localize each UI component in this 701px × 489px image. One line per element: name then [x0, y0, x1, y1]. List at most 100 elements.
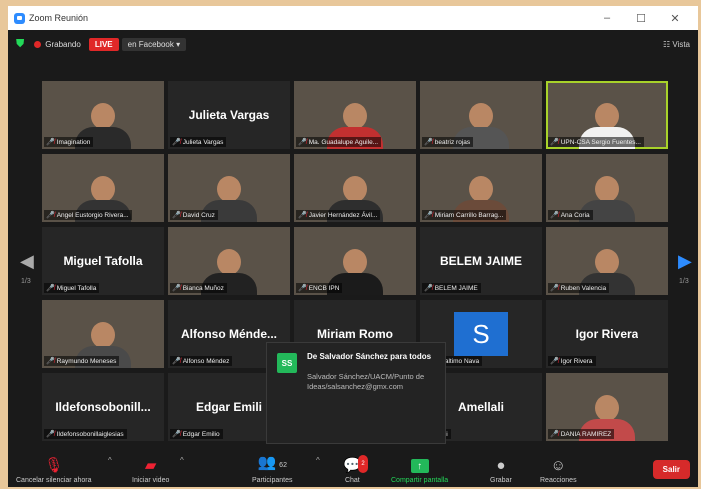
chat-sender: De Salvador Sánchez para todos [307, 352, 432, 361]
participant-name-tag: 🎤̸ DANIA RAMIREZ [548, 429, 615, 439]
participant-name-tag: 🎤̸ David Cruz [170, 210, 218, 220]
participants-caret-icon[interactable]: ^ [316, 456, 320, 465]
muted-mic-icon: 🎤̸ [172, 358, 181, 365]
prev-page-arrow-icon[interactable]: ◀ [20, 251, 34, 272]
close-button[interactable]: ✕ [658, 12, 692, 25]
participant-name-tag: 🎤̸ Bianca Muñoz [170, 283, 227, 293]
maximize-button[interactable]: ☐ [624, 12, 658, 25]
participant-name-label: Ruben Valencia [560, 284, 607, 292]
start-video-button[interactable]: ▰ Iniciar video [132, 457, 169, 484]
participant-name-tag: 🎤̸ ENCB IPN [296, 283, 343, 293]
window-title: Zoom Reunión [29, 13, 89, 23]
participant-tile[interactable]: 🎤̸ Javier Hernández Ávil... [294, 154, 416, 222]
participant-display-name: Alfonso Ménde... [181, 327, 277, 341]
video-label: Iniciar video [132, 477, 170, 484]
participant-tile[interactable]: 🎤̸ Bianca Muñoz [168, 227, 290, 295]
participant-display-name: Ildefonsobonill... [55, 400, 151, 414]
reactions-button[interactable]: ☺ Reacciones [540, 457, 577, 484]
reactions-label: Reacciones [540, 477, 577, 484]
chat-button[interactable]: 💬 2 Chat [343, 455, 368, 484]
participant-tile[interactable]: Julieta Vargas 🎤̸ Julieta Vargas [168, 81, 290, 149]
participant-name-tag: 🎤̸ Ma. Guadalupe Aguile... [296, 137, 382, 147]
recording-dot-icon [34, 40, 42, 48]
participant-tile[interactable]: 🎤̸ ENCB IPN [294, 227, 416, 295]
microphone-muted-icon: 🎙 [44, 457, 64, 474]
muted-mic-icon: 🎤̸ [424, 139, 433, 146]
participant-name-tag: 🎤̸ Miguel Tafolla [44, 283, 100, 293]
participant-avatar-letter: S [454, 312, 508, 356]
participant-tile[interactable]: 🎤̸ Raymundo Meneses [42, 300, 164, 368]
muted-mic-icon: 🎤̸ [46, 212, 55, 219]
participant-tile[interactable]: 🎤̸ Ma. Guadalupe Aguile... [294, 81, 416, 149]
participant-tile[interactable]: Ildefonsobonill... 🎤̸ Ildefonsobonillaigle… [42, 373, 164, 441]
participant-name-label: UPN-CSA Sergio Fuentes... [560, 138, 641, 146]
share-screen-button[interactable]: ↑ Compartir pantalla [391, 459, 448, 484]
participant-name-tag: 🎤̸ Alfonso Méndez [170, 356, 233, 366]
next-page-arrow-icon[interactable]: ▶ [678, 251, 692, 272]
participant-name-tag: 🎤̸ Imagination [44, 137, 94, 147]
participant-tile[interactable]: 🎤̸ DANIA RAMIREZ [546, 373, 668, 441]
participant-name-label: Raymundo Meneses [56, 357, 117, 365]
muted-mic-icon: 🎤̸ [550, 431, 559, 438]
participant-name-tag: 🎤̸ BELEM JAIME [422, 283, 481, 293]
muted-mic-icon: 🎤̸ [550, 139, 559, 146]
participant-tile[interactable]: 🎤̸ Angel Eustorgio Rivera... [42, 154, 164, 222]
participant-name-label: David Cruz [182, 211, 215, 219]
meeting-toolbar: 🎙 Cancelar silenciar ahora ^ ▰ Iniciar v… [8, 447, 698, 487]
chat-notification-popup[interactable]: SS De Salvador Sánchez para todos Salvad… [266, 342, 446, 444]
participant-name-label: beatriz rojas [434, 138, 471, 146]
participant-name-tag: 🎤̸ Igor Rivera [548, 356, 596, 366]
participant-name-label: Angel Eustorgio Rivera... [56, 211, 129, 219]
participant-name-label: Imagination [56, 138, 91, 146]
participant-name-tag: 🎤̸ Ildefonsobonillaiglesias [44, 429, 127, 439]
stream-target-dropdown[interactable]: en Facebook ▾ [121, 37, 187, 51]
audio-options-caret-icon[interactable]: ^ [108, 456, 112, 465]
mute-label: Cancelar silenciar ahora [16, 477, 92, 484]
participant-name-tag: 🎤̸ Javier Hernández Ávil... [296, 210, 381, 220]
participant-tile[interactable]: 🎤̸ Ana Coria [546, 154, 668, 222]
participant-name-label: Julieta Vargas [182, 138, 224, 146]
participant-tile[interactable]: Igor Rivera 🎤̸ Igor Rivera [546, 300, 668, 368]
view-button[interactable]: ☷ Vista [663, 40, 690, 49]
participant-name-label: Ildefonsobonillaiglesias [56, 430, 124, 438]
participant-name-tag: 🎤̸ Julieta Vargas [170, 137, 227, 147]
live-badge[interactable]: LIVE [88, 37, 119, 51]
minimize-button[interactable]: – [590, 12, 624, 24]
video-off-icon: ▰ [144, 457, 157, 474]
participant-name-label: Edgar Emilio [182, 430, 220, 438]
zoom-window: Zoom Reunión – ☐ ✕ ⛊ Grabando LIVE en Fa… [8, 6, 698, 487]
participant-name-tag: 🎤̸ Raymundo Meneses [44, 356, 120, 366]
muted-mic-icon: 🎤̸ [172, 285, 181, 292]
participant-tile[interactable]: 🎤̸ Ruben Valencia [546, 227, 668, 295]
muted-mic-icon: 🎤̸ [424, 212, 433, 219]
record-button[interactable]: ● Grabar [490, 457, 512, 484]
participants-button[interactable]: 👥 62 Participantes [252, 454, 292, 484]
muted-mic-icon: 🎤̸ [298, 285, 307, 292]
mute-button[interactable]: 🎙 Cancelar silenciar ahora [16, 457, 91, 484]
participant-name-label: Miriam Carrillo Barrag... [434, 211, 504, 219]
muted-mic-icon: 🎤̸ [46, 139, 55, 146]
chat-icon: 💬 2 [343, 455, 368, 475]
participant-tile[interactable]: 🎤̸ Imagination [42, 81, 164, 149]
recording-label: Grabando [45, 39, 81, 49]
meeting-top-bar: ⛊ Grabando LIVE en Facebook ▾ ☷ Vista [8, 30, 698, 58]
video-options-caret-icon[interactable]: ^ [180, 456, 184, 465]
participant-display-name: Miguel Tafolla [63, 254, 143, 268]
muted-mic-icon: 🎤̸ [550, 285, 559, 292]
muted-mic-icon: 🎤̸ [46, 431, 55, 438]
title-bar: Zoom Reunión – ☐ ✕ [8, 6, 698, 30]
zoom-logo-icon [14, 12, 25, 24]
participant-tile[interactable]: 🎤̸ Miriam Carrillo Barrag... [420, 154, 542, 222]
participant-tile[interactable]: Miguel Tafolla 🎤̸ Miguel Tafolla [42, 227, 164, 295]
participant-name-tag: 🎤̸ beatriz rojas [422, 137, 474, 147]
leave-button[interactable]: Salir [652, 460, 690, 479]
participant-tile[interactable]: 🎤̸ beatriz rojas [420, 81, 542, 149]
muted-mic-icon: 🎤̸ [550, 212, 559, 219]
participant-tile[interactable]: BELEM JAIME 🎤̸ BELEM JAIME [420, 227, 542, 295]
participant-tile[interactable]: 🎤̸ UPN-CSA Sergio Fuentes... [546, 81, 668, 149]
participant-tile[interactable]: 🎤̸ David Cruz [168, 154, 290, 222]
muted-mic-icon: 🎤̸ [172, 139, 181, 146]
security-shield-icon[interactable]: ⛊ [16, 38, 24, 51]
participant-display-name: BELEM JAIME [439, 254, 522, 268]
participant-display-name: Amellali [457, 400, 505, 414]
